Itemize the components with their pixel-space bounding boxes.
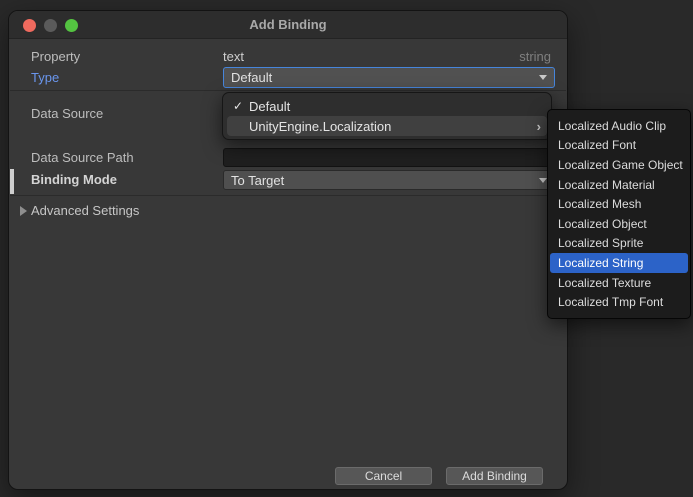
submenu-arrow-icon: › [536,118,541,134]
property-value: text [223,49,244,64]
override-indicator-bar [10,169,14,194]
type-dropdown[interactable]: Default [223,67,555,88]
foldout-arrow-icon[interactable] [20,206,27,216]
advanced-settings-foldout[interactable]: Advanced Settings [31,203,139,219]
separator [10,195,566,196]
submenu-item-localized-mesh[interactable]: Localized Mesh [550,194,688,214]
property-label: Property [31,49,81,64]
type-dropdown-value: Default [231,70,273,85]
data-source-label: Data Source [31,106,104,121]
submenu-item-localized-tmp-font[interactable]: Localized Tmp Font [550,292,688,312]
data-source-path-label: Data Source Path [31,150,134,165]
submenu-item-localized-font[interactable]: Localized Font [550,136,688,156]
property-type-hint: string [519,49,551,64]
submenu-item-localized-sprite[interactable]: Localized Sprite [550,234,688,254]
binding-mode-label: Binding Mode [31,172,117,187]
menu-item-label: UnityEngine.Localization [249,118,392,134]
separator [10,90,566,91]
chevron-down-icon [539,177,547,183]
submenu-item-localized-game-object[interactable]: Localized Game Object [550,155,688,175]
type-label: Type [31,70,60,85]
submenu-item-localized-object[interactable]: Localized Object [550,214,688,234]
binding-mode-dropdown[interactable]: To Target [223,170,555,190]
localization-submenu: Localized Audio Clip Localized Font Loca… [547,109,691,319]
submenu-item-localized-material[interactable]: Localized Material [550,175,688,195]
menu-item-default[interactable]: ✓ Default [227,96,547,116]
add-binding-button[interactable]: Add Binding [446,467,543,485]
menu-item-label: Default [249,98,291,114]
chevron-down-icon [539,75,547,80]
minimize-button-icon [44,18,57,32]
cancel-button[interactable]: Cancel [335,467,432,485]
binding-mode-value: To Target [231,172,285,188]
checkmark-icon: ✓ [233,99,244,113]
submenu-item-localized-string[interactable]: Localized String [550,253,688,273]
menu-item-unityengine-localization[interactable]: UnityEngine.Localization › [227,116,547,136]
submenu-item-localized-texture[interactable]: Localized Texture [550,273,688,293]
add-binding-dialog: Add Binding Property text string Type De… [8,10,568,490]
type-dropdown-menu: ✓ Default UnityEngine.Localization › [222,92,552,140]
window-title: Add Binding [249,17,327,32]
submenu-item-localized-audio-clip[interactable]: Localized Audio Clip [550,116,688,136]
close-button-icon[interactable] [23,18,36,32]
traffic-lights [23,11,78,39]
zoom-button-icon[interactable] [65,18,78,32]
title-bar[interactable]: Add Binding [9,11,567,39]
data-source-path-input[interactable] [223,148,555,167]
